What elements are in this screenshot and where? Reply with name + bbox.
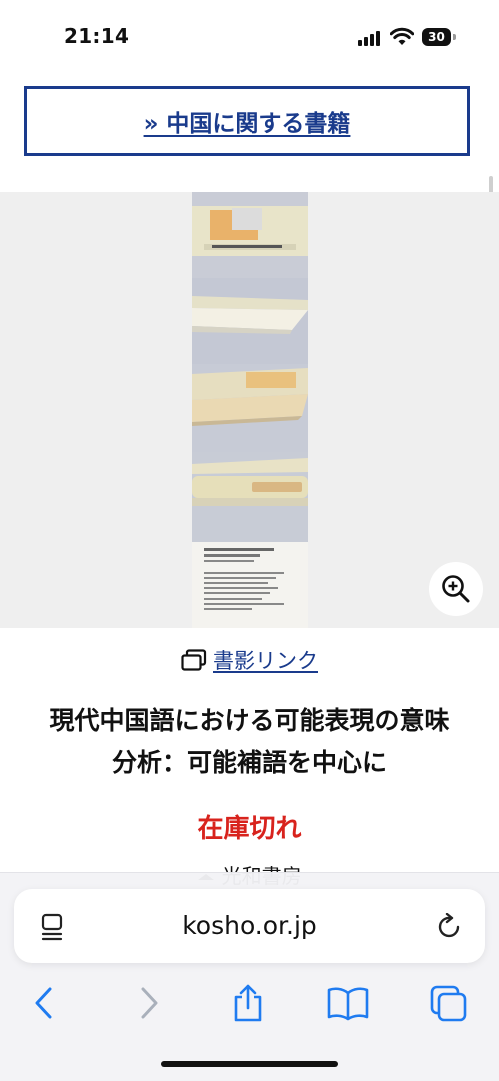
status-time: 21:14 <box>64 24 130 48</box>
book-title-line-2: 分析：可能補語を中心に <box>111 748 387 777</box>
thumbnail-link[interactable]: 書影リンク <box>213 645 318 675</box>
china-books-box[interactable]: » 中国に関する書籍 <box>24 86 470 156</box>
battery-level: 30 <box>422 28 451 46</box>
tabs-button[interactable] <box>426 981 470 1025</box>
book-photo-2[interactable] <box>192 278 308 364</box>
address-bar[interactable]: kosho.or.jp <box>14 889 485 963</box>
status-bar: 21:14 30 <box>0 0 499 62</box>
cellular-signal-icon <box>358 30 384 46</box>
book-icon <box>327 987 369 1021</box>
share-button[interactable] <box>226 981 270 1025</box>
book-photo-3[interactable] <box>192 364 308 452</box>
book-photo-5[interactable] <box>192 542 308 628</box>
book-photo-strip[interactable] <box>192 192 308 628</box>
tabs-icon <box>430 985 467 1022</box>
book-title: 現代中国語における可能表現の意味 分析：可能補語を中心に <box>20 700 479 784</box>
reload-icon[interactable] <box>436 913 464 941</box>
book-image-gallery[interactable] <box>0 192 499 628</box>
battery-icon: 30 <box>422 28 456 46</box>
url-text[interactable]: kosho.or.jp <box>14 889 485 963</box>
book-photo-1[interactable] <box>192 192 308 278</box>
back-button[interactable] <box>22 981 66 1025</box>
chevron-left-icon <box>35 987 52 1019</box>
forward-button[interactable] <box>127 981 171 1025</box>
book-title-line-1: 現代中国語における可能表現の意味 <box>49 706 450 735</box>
wifi-icon <box>390 27 414 45</box>
copy-window-icon <box>181 649 207 671</box>
share-icon <box>234 984 262 1022</box>
home-indicator <box>161 1061 338 1067</box>
chevron-right-icon <box>141 987 158 1019</box>
zoom-button[interactable] <box>429 562 483 616</box>
thumbnail-link-row[interactable]: 書影リンク <box>0 645 499 675</box>
bookmarks-button[interactable] <box>326 981 370 1025</box>
china-books-link[interactable]: » 中国に関する書籍 <box>144 104 351 138</box>
browser-chrome: kosho.or.jp <box>0 872 499 1081</box>
book-photo-4[interactable] <box>192 452 308 542</box>
zoom-in-icon <box>442 575 470 603</box>
stock-status: 在庫切れ <box>197 814 302 844</box>
browser-toolbar <box>0 981 499 1031</box>
